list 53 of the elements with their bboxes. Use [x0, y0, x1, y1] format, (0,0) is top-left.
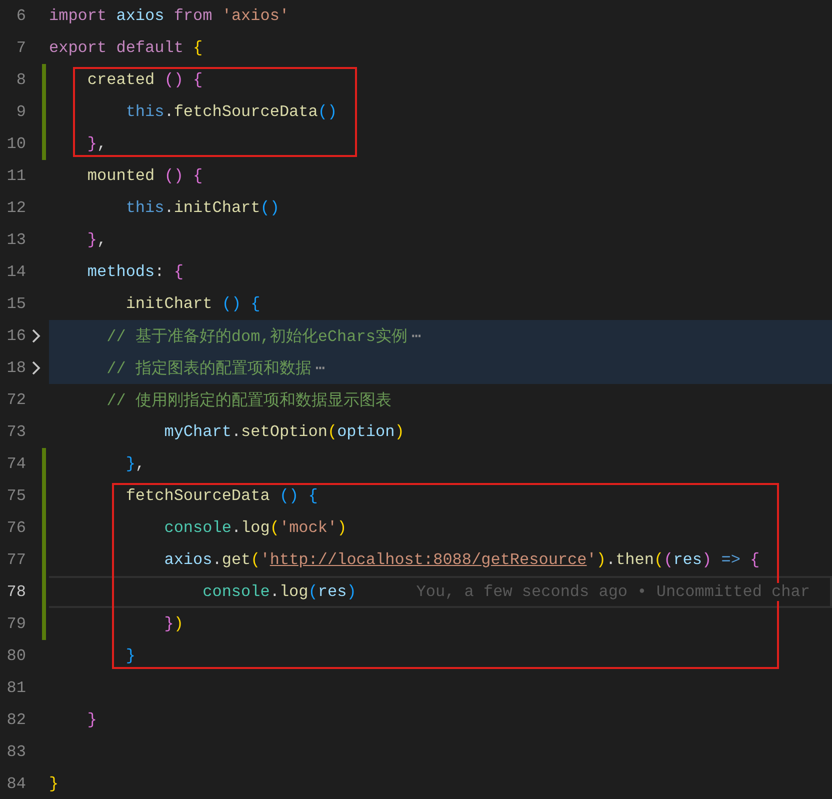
code-comment: // 基于准备好的dom,初始化eChars实例 [106, 326, 408, 346]
line-number: 82 [6, 711, 26, 729]
chevron-icon[interactable] [31, 329, 41, 343]
code-line: } [86, 711, 98, 729]
line-number: 73 [6, 423, 26, 441]
line-number: 83 [6, 743, 26, 761]
code-line: }, [86, 231, 107, 249]
line-number: 75 [6, 487, 26, 505]
code-line: }, [124, 455, 146, 473]
line-number: 76 [6, 519, 26, 537]
fold-ellipsis[interactable]: ⋯ [411, 326, 422, 346]
code-line: console.log('mock') [163, 519, 347, 537]
code-line: methods: { [86, 263, 184, 281]
line-number: 79 [6, 615, 26, 633]
line-number: 77 [6, 551, 26, 569]
line-number: 78 [6, 583, 26, 601]
code-line: } [49, 775, 59, 793]
code-line: }, [86, 135, 107, 153]
git-blame-annotation: You, a few seconds ago • Uncommitted char [416, 583, 810, 601]
line-number: 16 [6, 327, 26, 345]
line-number: 80 [6, 647, 26, 665]
code-line: mounted () { [86, 167, 203, 185]
line-number: 13 [6, 231, 26, 249]
code-line: initChart () { [124, 295, 260, 313]
line-number: 10 [6, 135, 26, 153]
line-number: 84 [6, 775, 26, 793]
line-number: 74 [6, 455, 26, 473]
chevron-icon[interactable] [31, 361, 41, 375]
line-number: 8 [15, 71, 26, 89]
code-line: this.fetchSourceData() [124, 103, 338, 121]
line-number: 81 [6, 679, 26, 697]
code-line: created () { [86, 71, 203, 89]
code-line: import axios from 'axios' [49, 7, 290, 25]
code-line: axios.get('http://localhost:8088/getResource').then((res) => { [163, 551, 760, 569]
code-line: this.initChart() [124, 199, 280, 217]
code-line: console.log(res) [202, 583, 356, 601]
line-number: 72 [6, 391, 26, 409]
code-line: myChart.setOption(option) [163, 423, 404, 441]
code-line: }) [163, 615, 184, 633]
line-number: 12 [6, 199, 26, 217]
fold-ellipsis[interactable]: ⋯ [315, 358, 326, 378]
code-line: fetchSourceData () { [124, 487, 318, 505]
code-line: } [124, 647, 136, 665]
line-number: 9 [15, 103, 26, 121]
code-line: export default { [49, 39, 203, 57]
line-number: 18 [6, 359, 26, 377]
line-number: 7 [15, 39, 26, 57]
code-comment: // 指定图表的配置项和数据 [106, 358, 312, 378]
code-comment: // 使用刚指定的配置项和数据显示图表 [106, 390, 392, 410]
line-number: 11 [6, 167, 26, 185]
line-number: 6 [15, 7, 26, 25]
line-number: 14 [6, 263, 26, 281]
line-number: 15 [6, 295, 26, 313]
